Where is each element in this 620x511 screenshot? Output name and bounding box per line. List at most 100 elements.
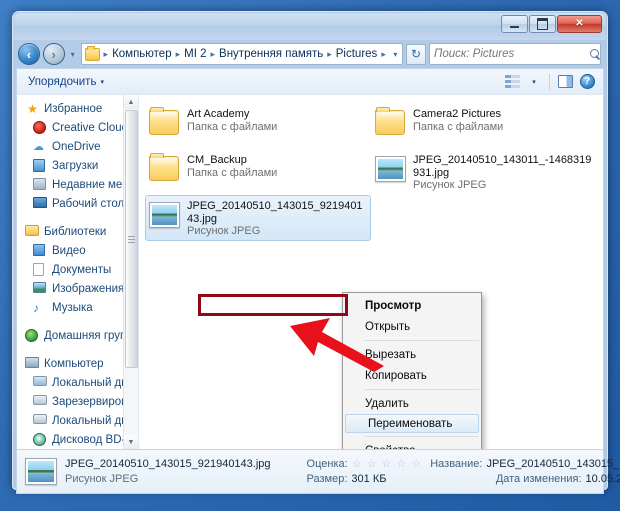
breadcrumb-item-mi2[interactable]: MI 2 (182, 47, 208, 61)
breadcrumb-item-internal-memory[interactable]: Внутренняя память (217, 47, 325, 61)
breadcrumb-item-pictures[interactable]: Pictures (334, 47, 380, 61)
sidebar-group-computer[interactable]: Компьютер (17, 354, 138, 373)
scrollbar-thumb[interactable] (125, 110, 138, 368)
scroll-up-arrow-icon[interactable]: ▲ (124, 95, 138, 109)
organize-button[interactable]: Упорядочить ▾ (22, 74, 110, 90)
window-controls: ✕ (501, 15, 602, 33)
sidebar-item-label: Документы (52, 263, 112, 276)
view-list-icon (504, 75, 520, 88)
sidebar-item-reserved-disk[interactable]: Зарезервирован (17, 392, 138, 411)
breadcrumb[interactable]: ▸ Компьютер ▸ MI 2 ▸ Внутренняя память ▸… (80, 43, 403, 65)
chevron-down-icon: ▾ (100, 78, 104, 86)
folder-icon (149, 152, 181, 184)
file-item-jpeg-143015[interactable]: JPEG_20140510_143015_921940143.jpg Рисун… (145, 195, 371, 241)
sidebar-item-video[interactable]: Видео (17, 241, 138, 260)
sidebar-group-homegroup[interactable]: Домашняя группа (17, 326, 138, 345)
change-view-button[interactable] (501, 72, 523, 92)
maximize-button[interactable] (529, 15, 556, 33)
details-rating-size: Оценка: ☆ ☆ ☆ ☆ ☆ Размер: 301 КБ (307, 457, 423, 487)
video-icon (33, 243, 48, 258)
sidebar-group-favorites[interactable]: ★ Избранное (17, 99, 138, 118)
sidebar-item-local-disk-c[interactable]: Локальный диск (17, 373, 138, 392)
creative-cloud-icon (33, 120, 48, 135)
file-name: Art Academy (187, 108, 250, 120)
file-name: JPEG_20140510_143015_921940143.jpg (187, 200, 363, 225)
refresh-button[interactable]: ↻ (405, 43, 426, 65)
context-menu-item-rename[interactable]: Переименовать (345, 414, 479, 433)
rating-label: Оценка: (306, 457, 348, 470)
file-type: Папка с файлами (413, 120, 504, 133)
file-item-camera2-pictures[interactable]: Camera2 Pictures Папка с файлами (371, 103, 597, 149)
onedrive-icon: ☁ (33, 140, 44, 153)
recent-places-icon (33, 177, 48, 192)
bd-drive-icon (33, 432, 48, 447)
sidebar-group-label: Избранное (44, 102, 103, 115)
pictures-icon (33, 281, 48, 296)
chevron-down-icon: ▾ (532, 78, 536, 86)
forward-button[interactable]: › (42, 43, 65, 65)
file-item-cm-backup[interactable]: CM_Backup Папка с файлами (145, 149, 371, 195)
sidebar-item-desktop[interactable]: Рабочий стол (17, 194, 138, 213)
toolbar-divider (549, 73, 550, 90)
title-label: Название: (430, 457, 483, 470)
documents-icon (33, 262, 48, 277)
size-value: 301 КБ (351, 472, 387, 485)
details-filename: JPEG_20140510_143015_921940143.jpg (65, 457, 271, 470)
navigation-pane: ★ Избранное Creative Cloud Fi ☁ OneDrive… (17, 95, 139, 449)
file-name: JPEG_20140510_143011_-1468319931.jpg (413, 154, 592, 179)
search-box[interactable] (428, 43, 601, 65)
close-button[interactable]: ✕ (557, 15, 602, 33)
back-button[interactable]: ‹ (18, 43, 40, 65)
preview-pane-button[interactable] (554, 72, 576, 92)
sidebar-item-label: Загрузки (52, 159, 99, 172)
folder-icon (84, 45, 100, 61)
sidebar-item-bd-drive[interactable]: Дисковод BD-RO (17, 430, 138, 449)
local-disk-icon (33, 413, 48, 428)
music-icon: ♪ (33, 300, 39, 315)
context-menu-item-properties[interactable]: Свойства (343, 440, 481, 450)
search-icon (589, 48, 601, 60)
view-dropdown-button[interactable]: ▾ (523, 72, 545, 92)
computer-icon (25, 356, 40, 371)
breadcrumb-item-computer[interactable]: Компьютер (110, 47, 174, 61)
file-list-pane[interactable]: Art Academy Папка с файлами Camera2 Pict… (139, 95, 603, 449)
file-item-art-academy[interactable]: Art Academy Папка с файлами (145, 103, 371, 149)
file-type: Рисунок JPEG (413, 179, 487, 191)
toolbar: Упорядочить ▾ ▾ ? (16, 68, 604, 94)
file-grid: Art Academy Папка с файлами Camera2 Pict… (145, 103, 597, 241)
details-pane: JPEG_20140510_143015_921940143.jpg Рисун… (16, 450, 620, 494)
scroll-down-arrow-icon[interactable]: ▼ (124, 435, 138, 449)
sidebar-item-onedrive[interactable]: ☁ OneDrive (17, 137, 138, 156)
organize-label: Упорядочить (28, 75, 97, 88)
sidebar-item-creative-cloud[interactable]: Creative Cloud Fi (17, 118, 138, 137)
rating-stars[interactable]: ☆ ☆ ☆ ☆ ☆ (352, 457, 423, 472)
sidebar-item-pictures[interactable]: Изображения (17, 279, 138, 298)
sidebar-item-downloads[interactable]: Загрузки (17, 156, 138, 175)
context-menu-item-delete[interactable]: Удалить (343, 393, 481, 414)
details-file-info: JPEG_20140510_143015_921940143.jpg Рисун… (65, 457, 271, 487)
breadcrumb-separator: ▸ (210, 48, 216, 59)
sidebar-scrollbar[interactable]: ▲ ▼ (123, 95, 138, 449)
details-filetype: Рисунок JPEG (65, 472, 139, 485)
file-name: CM_Backup (187, 154, 247, 166)
libraries-icon (25, 224, 40, 239)
context-menu-item-preview[interactable]: Просмотр (343, 295, 481, 316)
recent-pages-dropdown-icon[interactable]: ▾ (68, 50, 78, 59)
details-title-modified: Название: JPEG_20140510_143015_9219401..… (430, 457, 620, 487)
minimize-button[interactable] (501, 15, 528, 33)
annotation-arrow-icon (290, 318, 384, 372)
file-item-jpeg-143011[interactable]: JPEG_20140510_143011_-1468319931.jpg Рис… (371, 149, 597, 195)
sidebar-group-libraries[interactable]: Библиотеки (17, 222, 138, 241)
breadcrumb-separator: ▸ (381, 48, 386, 59)
sidebar-item-recent-places[interactable]: Недавние места (17, 175, 138, 194)
sidebar-item-documents[interactable]: Документы (17, 260, 138, 279)
help-button[interactable]: ? (576, 72, 598, 92)
file-type: Папка с файлами (187, 166, 278, 179)
chevron-down-icon[interactable]: ▾ (388, 50, 402, 59)
preview-pane-icon (557, 75, 573, 88)
sidebar-item-local-disk-d[interactable]: Локальный диск (17, 411, 138, 430)
sidebar-item-music[interactable]: ♪ Музыка (17, 298, 138, 317)
search-input[interactable] (433, 48, 590, 60)
